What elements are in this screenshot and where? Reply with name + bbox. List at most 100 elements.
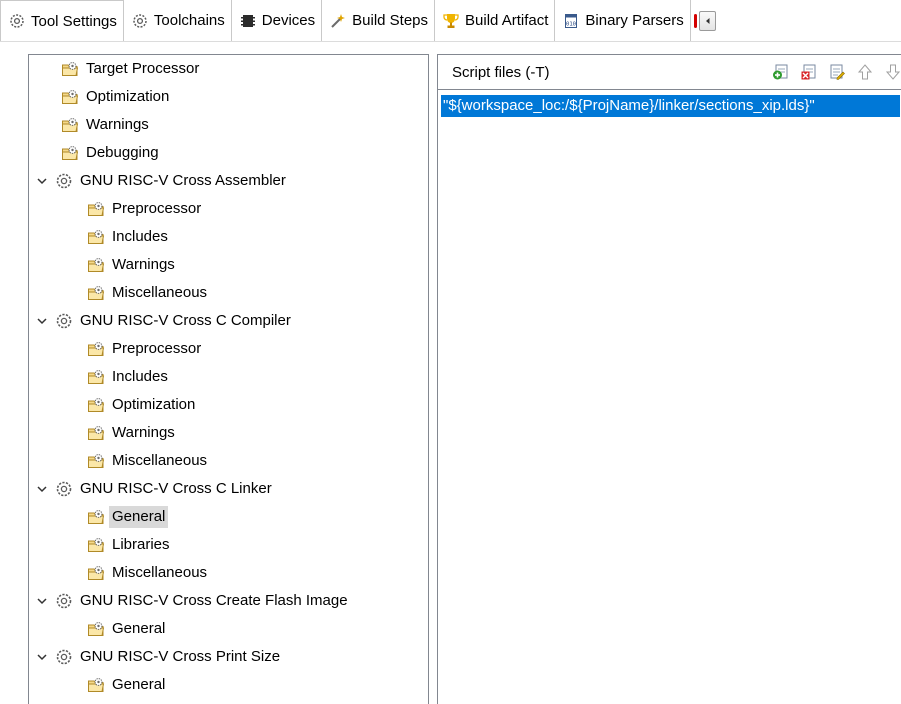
delete-icon	[801, 64, 816, 80]
add-button[interactable]	[772, 63, 790, 81]
list-toolbar	[772, 63, 901, 81]
tree-node-tool[interactable]: GNU RISC-V Cross Print Size	[35, 645, 283, 669]
tab-label: Build Steps	[352, 12, 429, 29]
tab-label: Tool Settings	[31, 12, 117, 30]
tree-node-label: Target Processor	[86, 60, 200, 77]
script-files-header: Script files (-T)	[438, 55, 901, 90]
tree-node-option[interactable]: Miscellaneous	[87, 561, 210, 585]
settings-folder-icon	[87, 284, 105, 302]
settings-folder-icon	[87, 508, 105, 526]
tree-node-label: Optimization	[86, 88, 170, 105]
edit-icon	[830, 64, 845, 80]
gear-icon	[55, 172, 73, 190]
settings-folder-icon	[87, 620, 105, 638]
settings-folder-icon	[87, 536, 105, 554]
tree-node-option[interactable]: Preprocessor	[87, 197, 204, 221]
tree-node-option[interactable]: Miscellaneous	[87, 281, 210, 305]
chevron-down-icon[interactable]	[35, 645, 49, 669]
tree-node-label: Miscellaneous	[112, 564, 208, 581]
wand-icon	[330, 13, 346, 29]
settings-folder-icon	[61, 60, 79, 78]
tree-node-label: GNU RISC-V Cross Create Flash Image	[80, 592, 348, 609]
tree-node-option[interactable]: General	[87, 617, 168, 641]
tree-node-option[interactable]: Includes	[87, 225, 171, 249]
settings-tab-bar: Tool Settings Toolchains Devices Build S…	[0, 0, 901, 42]
tree-node-option[interactable]: Warnings	[61, 113, 152, 137]
tree-node-option[interactable]: Miscellaneous	[87, 449, 210, 473]
tree-node-label: Includes	[112, 368, 168, 385]
chevron-down-icon[interactable]	[35, 169, 49, 193]
tab-label: Devices	[261, 12, 316, 29]
settings-folder-icon	[61, 88, 79, 106]
tree-node-option[interactable]: Warnings	[87, 253, 178, 277]
move-up-icon	[857, 64, 873, 80]
gear-icon	[55, 480, 73, 498]
settings-folder-icon	[87, 256, 105, 274]
move-up-button[interactable]	[856, 63, 874, 81]
scroll-left-button[interactable]	[699, 10, 716, 31]
settings-folder-icon	[87, 200, 105, 218]
tool-settings-tree: Target Processor Optimization Warnings Debu…	[28, 54, 429, 704]
tree-node-option[interactable]: Target Processor	[61, 57, 202, 81]
gear-icon	[9, 13, 25, 29]
script-files-list: "${workspace_loc:/${ProjName}/linker/sec…	[438, 95, 901, 117]
chevron-down-icon[interactable]	[35, 309, 49, 333]
move-down-button[interactable]	[884, 63, 901, 81]
tree-node-option[interactable]: Libraries	[87, 533, 173, 557]
tab-tool-settings[interactable]: Tool Settings	[0, 0, 124, 41]
tree-node-label: Includes	[112, 228, 168, 245]
tree-node-option[interactable]: Warnings	[87, 421, 178, 445]
tab-toolchains[interactable]: Toolchains	[124, 0, 232, 41]
settings-folder-icon	[87, 424, 105, 442]
chevron-left-icon	[705, 17, 710, 24]
tree-node-label: General	[109, 506, 169, 528]
tree-node-tool[interactable]: GNU RISC-V Cross C Compiler	[35, 309, 294, 333]
tab-binary-parsers[interactable]: 010 Binary Parsers	[555, 0, 691, 41]
settings-folder-icon	[61, 144, 79, 162]
tree-node-label: Preprocessor	[112, 200, 202, 217]
tab-build-steps[interactable]: Build Steps	[322, 0, 436, 41]
gear-icon	[55, 648, 73, 666]
tree-node-label: Warnings	[86, 116, 149, 133]
settings-folder-icon	[87, 396, 105, 414]
tree-node-option[interactable]: Preprocessor	[87, 337, 204, 361]
tree-node-label: Miscellaneous	[112, 284, 208, 301]
chevron-down-icon[interactable]	[35, 589, 49, 613]
tree-node-label: GNU RISC-V Cross Print Size	[80, 648, 281, 665]
tree-node-label: Miscellaneous	[112, 452, 208, 469]
tab-label: Build Artifact	[465, 12, 549, 29]
settings-folder-icon	[87, 228, 105, 246]
settings-folder-icon	[87, 368, 105, 386]
settings-folder-icon	[87, 340, 105, 358]
add-icon	[773, 64, 788, 80]
delete-button[interactable]	[800, 63, 818, 81]
tab-devices[interactable]: Devices	[232, 0, 323, 41]
tree-node-label: Preprocessor	[112, 340, 202, 357]
tree-node-option[interactable]: Debugging	[61, 141, 162, 165]
tree-node-label: General	[112, 620, 166, 637]
binary-file-icon: 010	[563, 13, 579, 29]
tree-node-option[interactable]: General	[87, 505, 169, 529]
tree-node-tool[interactable]: GNU RISC-V Cross Create Flash Image	[35, 589, 351, 613]
tree-node-option[interactable]: Optimization	[87, 393, 198, 417]
tree-node-label: Optimization	[112, 396, 196, 413]
tree-node-label: Warnings	[112, 424, 175, 441]
edit-button[interactable]	[828, 63, 846, 81]
tree-node-option[interactable]: General	[87, 673, 168, 697]
chevron-down-icon[interactable]	[35, 477, 49, 501]
chip-icon	[240, 13, 256, 29]
tree-node-option[interactable]: Optimization	[61, 85, 172, 109]
partial-tab-icon	[693, 13, 698, 28]
gear-icon	[55, 592, 73, 610]
trophy-icon	[443, 13, 459, 29]
tab-label: Toolchains	[153, 12, 225, 29]
tree-node-option[interactable]: Includes	[87, 365, 171, 389]
tab-overflow	[691, 0, 716, 41]
move-down-icon	[885, 64, 901, 80]
tab-build-artifact[interactable]: Build Artifact	[435, 0, 556, 41]
tree-node-tool[interactable]: GNU RISC-V Cross Assembler	[35, 169, 289, 193]
tree-node-tool[interactable]: GNU RISC-V Cross C Linker	[35, 477, 275, 501]
tree-node-label: Debugging	[86, 144, 159, 161]
list-item[interactable]: "${workspace_loc:/${ProjName}/linker/sec…	[441, 95, 900, 117]
settings-folder-icon	[87, 676, 105, 694]
